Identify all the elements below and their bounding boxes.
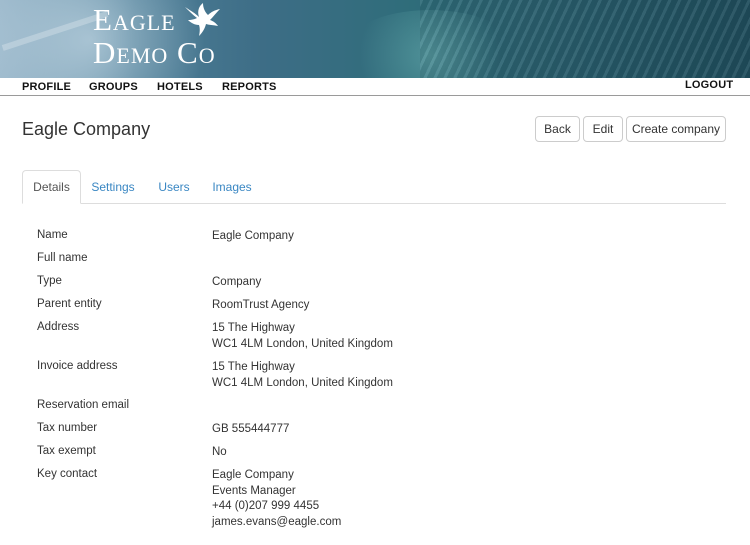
tab-images[interactable]: Images <box>206 170 258 203</box>
banner-texture <box>420 0 750 78</box>
detail-label: Parent entity <box>37 298 102 310</box>
detail-label: Address <box>37 321 80 333</box>
detail-label: Key contact <box>37 468 98 480</box>
detail-value-line: RoomTrust Agency <box>212 299 310 311</box>
detail-label: Name <box>37 229 68 241</box>
contact-email-link[interactable]: james.evans@eagle.com <box>212 515 341 531</box>
detail-label: Type <box>37 275 62 287</box>
detail-value: 15 The Highway WC1 4LM London, United Ki… <box>212 360 393 391</box>
detail-value-line: GB 555444777 <box>212 423 290 435</box>
detail-value: No <box>212 445 227 461</box>
detail-value-line: 15 The Highway <box>212 361 295 373</box>
eagle-icon <box>185 3 220 36</box>
tab-bar: Details Settings Users Images <box>22 170 726 204</box>
header-banner: Eagle Demo Co <box>0 0 750 78</box>
detail-label: Tax exempt <box>37 445 96 457</box>
nav-groups[interactable]: GROUPS <box>89 81 138 93</box>
detail-label: Invoice address <box>37 360 118 372</box>
brand-line-2: Demo Co <box>93 35 216 70</box>
detail-value: Eagle Company <box>212 229 294 245</box>
nav-reports[interactable]: REPORTS <box>222 81 277 93</box>
detail-value-line: Eagle Company <box>212 469 294 481</box>
detail-label: Tax number <box>37 422 98 434</box>
detail-value-line: WC1 4LM London, United Kingdom <box>212 376 393 389</box>
detail-label: Reservation email <box>37 399 130 411</box>
nav-profile[interactable]: PROFILE <box>22 81 71 93</box>
tab-users[interactable]: Users <box>150 170 198 203</box>
detail-value-line: Eagle Company <box>212 230 294 242</box>
tab-details[interactable]: Details <box>22 170 81 204</box>
create-company-button[interactable]: Create company <box>626 116 726 142</box>
nav-hotels[interactable]: HOTELS <box>157 81 203 93</box>
tab-settings[interactable]: Settings <box>84 170 142 203</box>
edit-button[interactable]: Edit <box>583 116 623 142</box>
back-button[interactable]: Back <box>535 116 580 142</box>
detail-value-line: WC1 4LM London, United Kingdom <box>212 337 393 350</box>
detail-value: Eagle Company Events Manager +44 (0)207 … <box>212 468 341 530</box>
detail-value: 15 The Highway WC1 4LM London, United Ki… <box>212 321 393 352</box>
detail-value: GB 555444777 <box>212 422 289 438</box>
detail-value: RoomTrust Agency <box>212 298 309 314</box>
detail-value-line: +44 (0)207 999 4455 <box>212 500 320 512</box>
detail-value-line: No <box>212 446 227 458</box>
detail-value-line: Company <box>212 276 262 288</box>
detail-value-line: Events Manager <box>212 484 296 497</box>
detail-label: Full name <box>37 252 88 264</box>
nav-logout[interactable]: LOGOUT <box>685 79 733 91</box>
detail-value: Company <box>212 275 261 291</box>
page-title: Eagle Company <box>22 119 151 139</box>
detail-value-line: 15 The Highway <box>212 322 295 334</box>
main-nav: PROFILE GROUPS HOTELS REPORTS LOGOUT <box>0 78 750 96</box>
